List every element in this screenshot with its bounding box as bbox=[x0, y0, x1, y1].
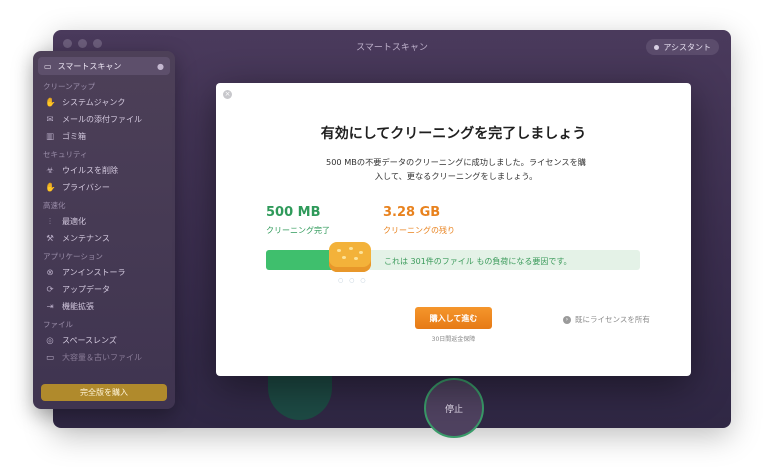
sidebar-item-large-old-files[interactable]: ▭ 大容量＆古いファイル bbox=[33, 349, 175, 366]
sidebar-item-label: メールの添付ファイル bbox=[62, 115, 142, 124]
license-link-label: 既にライセンスを所有 bbox=[575, 315, 650, 324]
lens-icon: ◎ bbox=[46, 335, 54, 346]
sidebar-item-label: スマートスキャン bbox=[57, 61, 122, 71]
wrench-icon: ⚒ bbox=[46, 233, 54, 244]
activation-modal: × 有効にしてクリーニングを完了しましょう 500 MBの不要データのクリーニン… bbox=[216, 83, 691, 376]
hand-icon: ✋ bbox=[45, 97, 56, 108]
arrow-right-icon: › bbox=[563, 315, 571, 324]
sidebar-item-label: アップデータ bbox=[62, 285, 110, 294]
sidebar-buy-button[interactable]: 完全版を購入 bbox=[41, 384, 167, 401]
sidebar-item-uninstaller[interactable]: ⊗ アンインストーラ bbox=[33, 264, 175, 281]
sidebar-item-label: ウイルスを削除 bbox=[62, 166, 118, 175]
update-icon: ⟳ bbox=[46, 284, 54, 295]
microphone-icon: ● bbox=[157, 61, 164, 71]
uninstall-icon: ⊗ bbox=[46, 267, 54, 278]
progress-text: これは 301件のファイル もの負荷になる要因です。 bbox=[384, 257, 572, 266]
sidebar-section-security: セキュリティ bbox=[43, 150, 88, 159]
sidebar-item-privacy[interactable]: ✋ プライバシー bbox=[33, 179, 175, 196]
stop-label: 停止 bbox=[444, 404, 463, 415]
sidebar-item-label: 大容量＆古いファイル bbox=[62, 353, 142, 362]
close-icon[interactable]: × bbox=[223, 90, 232, 99]
assistant-button[interactable]: アシスタント bbox=[646, 39, 719, 55]
already-have-license-link[interactable]: › 既にライセンスを所有 bbox=[563, 314, 650, 325]
sidebar-item-trash[interactable]: ▥ ゴミ箱 bbox=[33, 128, 175, 145]
sidebar-item-label: プライバシー bbox=[62, 183, 110, 192]
sliders-icon: ⫶ bbox=[48, 216, 52, 227]
hand-stop-icon: ✋ bbox=[45, 182, 56, 193]
folder-icon: ▭ bbox=[45, 352, 55, 363]
sidebar-section-applications: アプリケーション bbox=[43, 252, 103, 261]
sidebar-item-remove-virus[interactable]: ☣ ウイルスを削除 bbox=[33, 162, 175, 179]
bubbles-icon: ○ ○ ○ bbox=[338, 277, 368, 284]
sidebar-section-files: ファイル bbox=[43, 320, 73, 329]
modal-title: 有効にしてクリーニングを完了しましょう bbox=[320, 126, 587, 142]
monitor-icon: ▭ bbox=[44, 61, 52, 71]
remaining-stat: 3.28 GB クリーニングの残り bbox=[383, 205, 455, 236]
sponge-icon bbox=[329, 242, 371, 272]
modal-description: 500 MBの不要データのクリーニングに成功しました。ライセンスを購入して、更な… bbox=[326, 157, 586, 181]
stop-button[interactable]: 停止 bbox=[424, 378, 484, 438]
sidebar-item-updater[interactable]: ⟳ アップデータ bbox=[33, 281, 175, 298]
remaining-label: クリーニングの残り bbox=[383, 226, 455, 235]
sidebar-item-smart-scan[interactable]: ▭ スマートスキャン ● bbox=[38, 57, 170, 75]
sidebar-item-maintenance[interactable]: ⚒ メンテナンス bbox=[33, 230, 175, 247]
sidebar-item-label: アンインストーラ bbox=[62, 268, 126, 277]
assistant-label: アシスタント bbox=[663, 42, 711, 52]
sidebar-item-space-lens[interactable]: ◎ スペースレンズ bbox=[33, 332, 175, 349]
trash-icon: ▥ bbox=[45, 131, 55, 142]
buy-and-continue-button[interactable]: 購入して進む bbox=[415, 307, 492, 329]
sidebar-section-cleanup: クリーンアップ bbox=[43, 82, 96, 91]
sidebar-item-label: 機能拡張 bbox=[62, 302, 94, 311]
progress-fill bbox=[266, 250, 334, 270]
sidebar-item-optimization[interactable]: ⫶ 最適化 bbox=[33, 213, 175, 230]
sidebar-item-extensions[interactable]: ⇥ 機能拡張 bbox=[33, 298, 175, 315]
sidebar-item-label: システムジャンク bbox=[62, 98, 126, 107]
money-back-guarantee: 30日間返金保障 bbox=[431, 336, 476, 343]
sidebar-item-label: スペースレンズ bbox=[62, 336, 117, 345]
cleaned-label: クリーニング完了 bbox=[266, 226, 330, 235]
sidebar-item-label: ゴミ箱 bbox=[62, 132, 86, 141]
sidebar-item-label: 最適化 bbox=[62, 217, 86, 226]
assistant-icon bbox=[654, 44, 660, 50]
biohazard-icon: ☣ bbox=[46, 165, 54, 176]
sidebar-item-label: メンテナンス bbox=[62, 234, 110, 243]
sidebar-item-mail-attachments[interactable]: ✉ メールの添付ファイル bbox=[33, 111, 175, 128]
screen: スマートスキャン アシスタント 停止 ▭ スマートスキャン ● クリーンアップ … bbox=[0, 0, 768, 467]
cleaned-stat: 500 MB クリーニング完了 bbox=[266, 205, 330, 236]
extension-icon: ⇥ bbox=[46, 301, 54, 312]
remaining-value: 3.28 GB bbox=[383, 205, 441, 220]
sidebar-item-system-junk[interactable]: ✋ システムジャンク bbox=[33, 94, 175, 111]
cleaned-value: 500 MB bbox=[266, 205, 321, 220]
sidebar: ▭ スマートスキャン ● クリーンアップ ✋ システムジャンク ✉ メールの添付… bbox=[33, 51, 175, 409]
sidebar-section-speed: 高速化 bbox=[43, 201, 66, 210]
mail-icon: ✉ bbox=[46, 114, 54, 125]
